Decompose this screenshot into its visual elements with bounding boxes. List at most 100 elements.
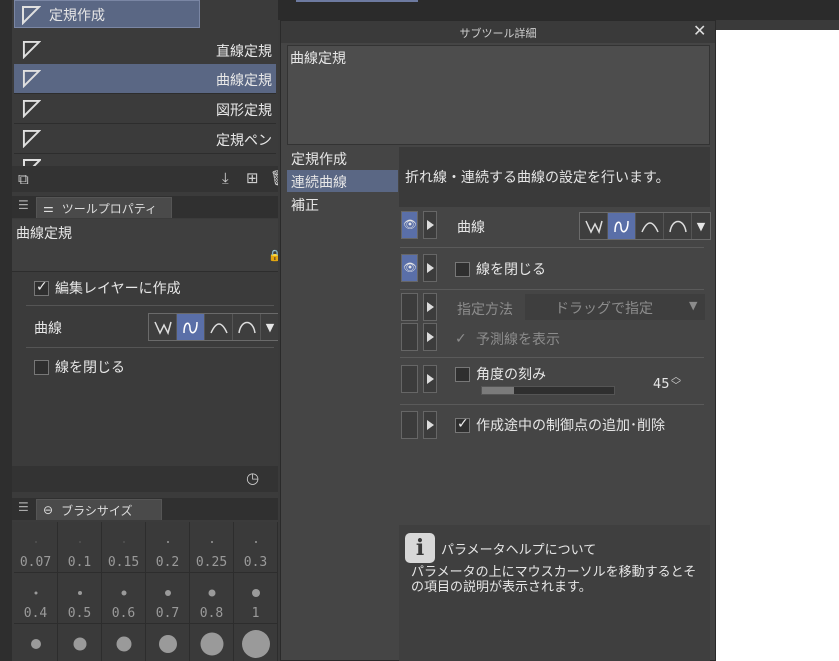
polyline-icon[interactable] xyxy=(149,314,177,340)
close-line-label: 線を閉じる xyxy=(55,360,125,376)
tab-tool-property[interactable]: ⚌ ツールプロパティ xyxy=(36,197,172,218)
lock-icon[interactable]: 🔒 xyxy=(268,249,278,262)
tool-group-label: 定規作成 xyxy=(49,8,105,24)
chevron-down-icon[interactable]: ▼ xyxy=(261,314,278,340)
brush-size-cell[interactable]: 0.1 xyxy=(58,522,102,573)
brush-size-cell[interactable] xyxy=(234,624,278,661)
category-list: 定規作成 連続曲線 補正 xyxy=(287,147,398,657)
visibility-toggle[interactable] xyxy=(401,411,418,439)
brush-size-cell[interactable]: 0.4 xyxy=(14,573,58,624)
close-line-checkbox[interactable] xyxy=(34,359,49,375)
tool-preview: 曲線定規 xyxy=(287,45,710,145)
copy-icon[interactable]: ⧉ xyxy=(18,170,29,188)
angle-step-setting[interactable]: 角度の刻み xyxy=(455,364,546,384)
curve-type-selector[interactable]: ▼ xyxy=(148,313,278,341)
spline-icon[interactable] xyxy=(177,314,205,340)
quadratic-bezier-icon[interactable] xyxy=(205,314,233,340)
dialog-titlebar[interactable]: サブツール詳細 ✕ xyxy=(281,21,715,43)
category-correction[interactable]: 補正 xyxy=(287,193,398,215)
curve-label: 曲線 xyxy=(34,321,62,337)
dialog-curve-type-selector[interactable]: ▼ xyxy=(579,212,711,240)
expand-arrow[interactable] xyxy=(423,254,437,282)
close-icon[interactable]: ✕ xyxy=(693,21,706,40)
stepper-icon[interactable]: ︿ ﹀ xyxy=(671,373,681,392)
close-line-option[interactable]: 線を閉じる xyxy=(34,357,125,377)
brush-size-cell[interactable]: 0.8 xyxy=(190,573,234,624)
visibility-toggle[interactable] xyxy=(401,323,418,351)
angle-step-label: 角度の刻み xyxy=(476,367,546,383)
angle-step-slider[interactable] xyxy=(481,386,615,395)
category-continuous-curve[interactable]: 連続曲線 xyxy=(287,170,398,192)
expand-arrow[interactable] xyxy=(423,323,437,351)
add-delete-points-checkbox[interactable] xyxy=(455,416,470,433)
brush-size-cell[interactable] xyxy=(102,624,146,661)
brush-size-cell[interactable] xyxy=(190,624,234,661)
top-bar xyxy=(278,0,839,20)
ruler-icon xyxy=(22,99,41,118)
quadratic-bezier-icon[interactable] xyxy=(636,213,664,239)
delete-icon[interactable]: 🗑 xyxy=(270,169,278,187)
specify-method-label: 指定方法 xyxy=(457,302,513,318)
tool-item-shape-ruler[interactable]: 図形定規 xyxy=(14,94,276,124)
expand-arrow[interactable] xyxy=(423,211,437,239)
brush-size-cell[interactable]: 0.3 xyxy=(234,522,278,573)
expand-arrow[interactable] xyxy=(423,293,437,321)
add-delete-points-setting[interactable]: 作成途中の制御点の追加･削除 xyxy=(455,415,665,435)
brush-size-cell[interactable]: 0.2 xyxy=(146,522,190,573)
brush-size-cell[interactable]: 0.7 xyxy=(146,573,190,624)
add-subtool-icon[interactable]: ⊞ xyxy=(246,169,259,187)
panel-menu-icon[interactable]: ☰ xyxy=(18,500,29,514)
expand-arrow[interactable] xyxy=(423,411,437,439)
brush-size-cell[interactable]: 0.15 xyxy=(102,522,146,573)
tool-item-straight-ruler[interactable]: 直線定規 xyxy=(14,35,276,65)
divider xyxy=(26,305,274,306)
canvas-area[interactable] xyxy=(716,30,839,661)
brush-size-cell[interactable] xyxy=(146,624,190,661)
panel-menu-icon[interactable]: ☰ xyxy=(18,198,29,212)
brush-size-cell[interactable]: 0.25 xyxy=(190,522,234,573)
tool-item-label: 直線定規 xyxy=(216,44,272,60)
import-icon[interactable]: ⤓ xyxy=(222,169,229,187)
timer-icon[interactable]: ◷ xyxy=(246,469,259,487)
specify-method-dropdown[interactable]: ドラッグで指定 ▼ xyxy=(525,294,705,320)
category-ruler-creation[interactable]: 定規作成 xyxy=(287,147,398,169)
curve-setting-label: 曲線 xyxy=(457,220,485,236)
brush-size-cell[interactable] xyxy=(58,624,102,661)
expand-arrow[interactable] xyxy=(423,365,437,393)
visibility-toggle[interactable]: 👁 xyxy=(401,211,418,239)
cubic-bezier-icon[interactable] xyxy=(664,213,692,239)
brush-size-cell[interactable] xyxy=(14,624,58,661)
polyline-icon[interactable] xyxy=(580,213,608,239)
tool-item-label: 図形定規 xyxy=(216,103,272,119)
tool-item-label: 定規ペン xyxy=(216,133,272,149)
ruler-icon xyxy=(22,129,41,148)
brush-size-cell[interactable]: 1 xyxy=(234,573,278,624)
create-on-edit-layer-option[interactable]: 編集レイヤーに作成 xyxy=(34,278,181,298)
tool-item-ruler-pen[interactable]: 定規ペン xyxy=(14,124,276,154)
visibility-toggle[interactable] xyxy=(401,365,418,393)
cubic-bezier-icon[interactable] xyxy=(233,314,261,340)
tool-group-header[interactable]: 定規作成 xyxy=(14,0,200,28)
visibility-toggle[interactable]: 👁 xyxy=(401,254,418,282)
tool-item-curve-ruler[interactable]: 曲線定規 xyxy=(14,64,276,94)
add-delete-points-label: 作成途中の制御点の追加･削除 xyxy=(476,418,665,434)
parameter-help: i パラメータヘルプについて パラメータの上にマウスカーソルを移動するとその項目… xyxy=(399,525,710,661)
tab-label: ツールプロパティ xyxy=(61,201,158,216)
brush-size-cell[interactable]: 0.5 xyxy=(58,573,102,624)
show-prediction-setting[interactable]: ✓ 予測線を表示 xyxy=(455,329,560,349)
spline-icon[interactable] xyxy=(608,213,636,239)
tab-brush-size[interactable]: ⊖ ブラシサイズ xyxy=(36,499,162,520)
chevron-down-icon[interactable]: ▼ xyxy=(692,213,710,239)
brush-size-cell[interactable]: 0.07 xyxy=(14,522,58,573)
close-line-checkbox[interactable] xyxy=(455,261,470,277)
create-on-edit-layer-checkbox[interactable] xyxy=(34,279,49,296)
angle-step-value[interactable]: 45 xyxy=(653,377,670,392)
tool-list-toolbar: ⧉ ⤓ ⊞ 🗑 xyxy=(12,166,278,192)
close-line-setting[interactable]: 線を閉じる xyxy=(455,259,546,279)
left-panel: 定規作成 直線定規 曲線定規 図形定規 定規ペン ⧉ ⤓ ⊞ 🗑 ☰ ⚌ ツール… xyxy=(12,0,278,661)
visibility-toggle[interactable] xyxy=(401,293,418,321)
angle-step-checkbox[interactable] xyxy=(455,366,470,382)
brush-size-tabbar: ☰ ⊖ ブラシサイズ xyxy=(12,498,278,520)
divider xyxy=(400,247,704,248)
brush-size-cell[interactable]: 0.6 xyxy=(102,573,146,624)
